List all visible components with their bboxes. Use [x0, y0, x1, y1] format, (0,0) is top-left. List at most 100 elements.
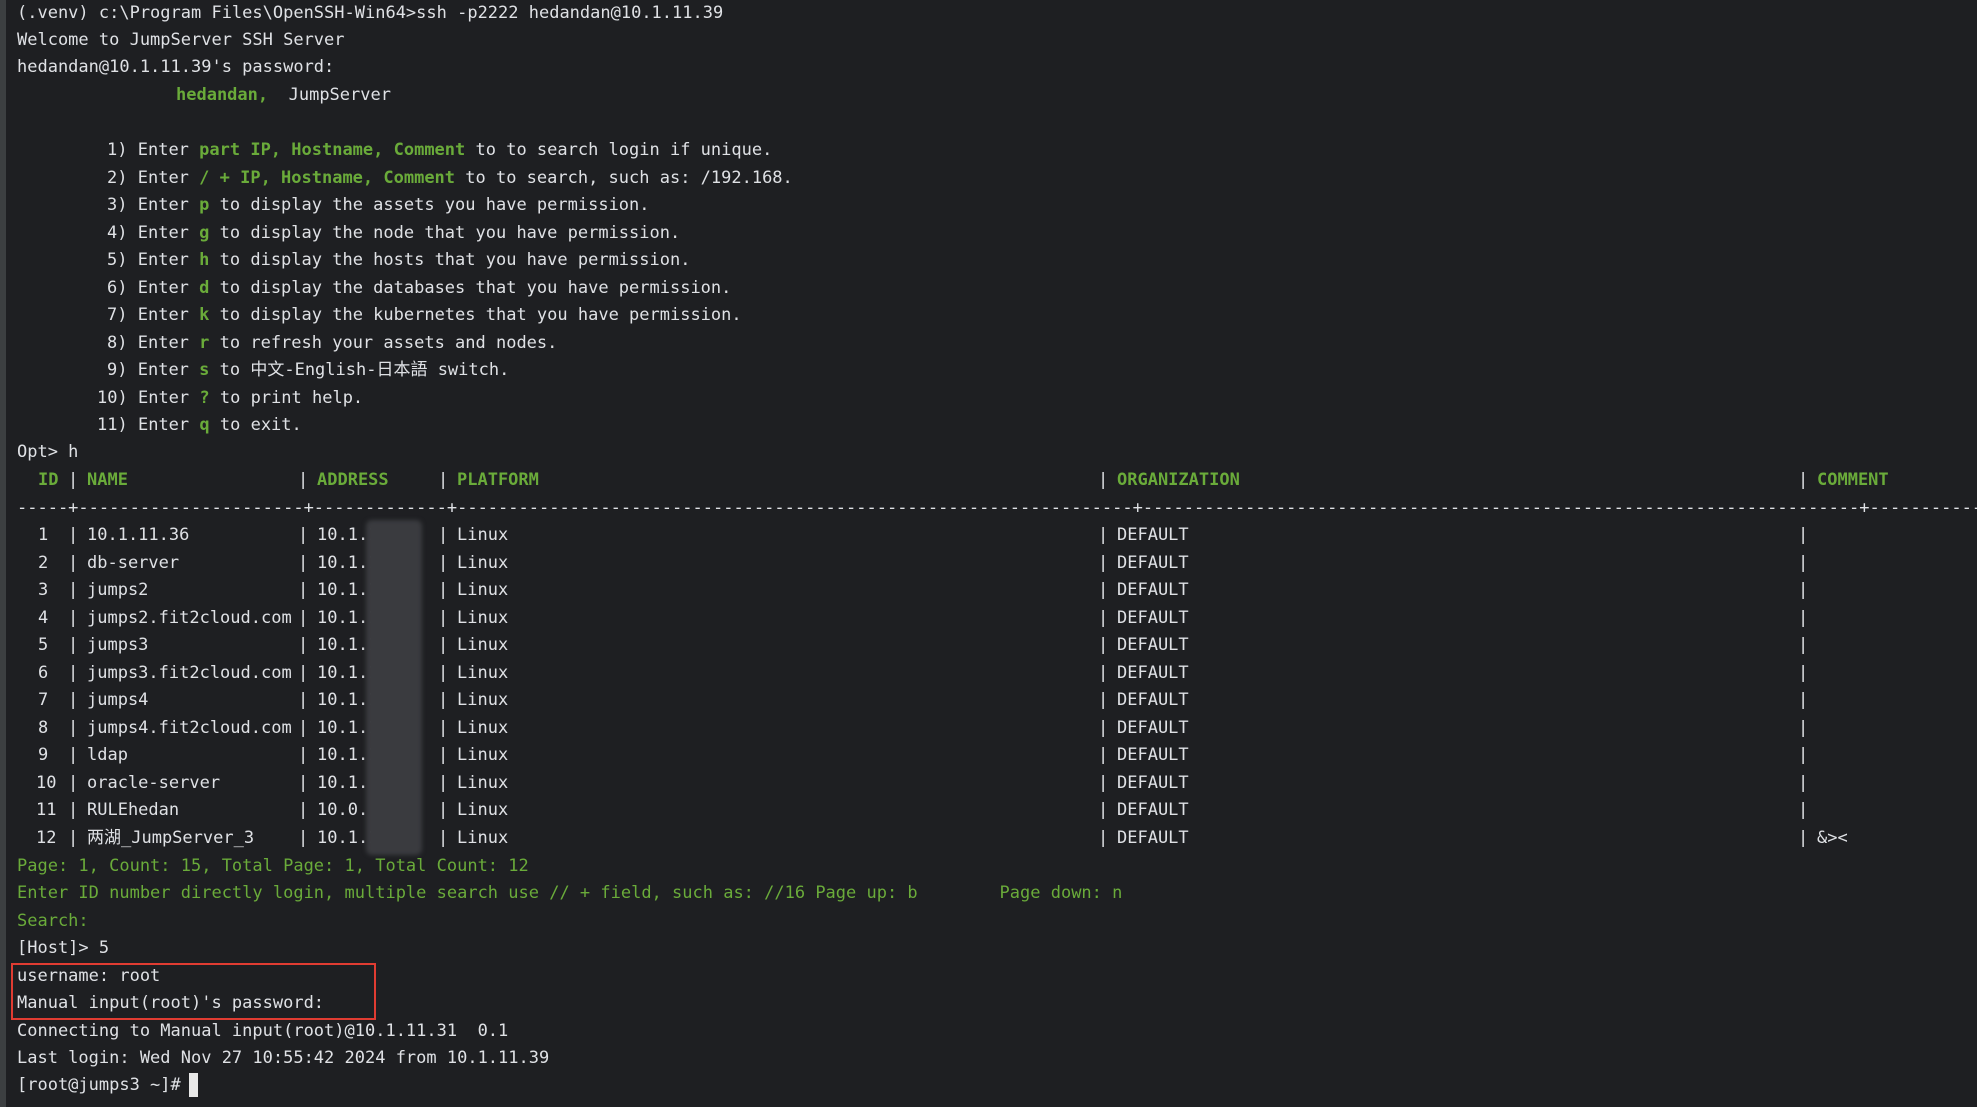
text-cursor[interactable]	[188, 1073, 198, 1097]
table-row[interactable]: 2 db-server 10.1.11 Linux DEFAULT | | | | |	[6, 550, 1977, 577]
menu-item-number: 3)	[107, 195, 128, 215]
cell-platform: Linux	[457, 552, 509, 573]
menu-item-text: to print help.	[209, 387, 364, 408]
cell-name: jumps3	[87, 635, 149, 655]
header-comment: COMMENT	[1817, 470, 1889, 490]
menu-item: 6) Enter d to display the databases that…	[107, 275, 731, 302]
ssh-command-line: (.venv) c:\Program Files\OpenSSH-Win64>s…	[17, 3, 724, 23]
menu-item: 5) Enter h to display the hosts that you…	[107, 247, 690, 274]
table-row[interactable]: 3 jumps2 10.1.11 Linux DEFAULT | | | | |	[6, 577, 1977, 604]
table-header: ID | NAME | ADDRESS | PLATFORM | ORGANIZ…	[6, 467, 1977, 494]
table-row[interactable]: 1 10.1.11.36 10.1.11 Linux DEFAULT | | | | |	[6, 522, 1977, 549]
menu-item: 7) Enter k to display the kubernetes tha…	[107, 302, 742, 329]
cell-organization: DEFAULT	[1117, 662, 1189, 683]
table-row[interactable]: 9 ldap 10.1.1 Linux DEFAULT | | | | |	[6, 742, 1977, 769]
cell-platform: Linux	[457, 607, 509, 628]
column-separator: |	[298, 662, 309, 683]
column-separator: |	[298, 800, 309, 820]
welcome-line: Welcome to JumpServer SSH Server	[17, 30, 345, 50]
header-address: ADDRESS	[317, 470, 389, 490]
header-platform: PLATFORM	[457, 470, 539, 490]
menu-item-prefix: Enter	[137, 195, 200, 215]
menu-item-prefix: Enter	[137, 250, 200, 270]
menu-item-text: to display the assets you have permissio…	[209, 195, 650, 215]
column-separator: |	[1798, 690, 1809, 710]
cell-id: 8	[38, 717, 49, 738]
column-separator: |	[438, 662, 449, 683]
cell-name: 10.1.11.36	[87, 525, 190, 545]
menu-item-key: s	[199, 360, 210, 380]
column-separator: |	[1098, 525, 1109, 545]
header-organization: ORGANIZATION	[1117, 470, 1240, 490]
table-row[interactable]: 10 oracle-server 10.1. Linux DEFAULT | | | | |	[6, 770, 1977, 797]
menu-item-key: ?	[199, 387, 210, 408]
menu-item: 9) Enter s to 中文-English-日本語 switch.	[107, 357, 509, 384]
column-separator: |	[1098, 717, 1109, 738]
menu-item: 1) Enter part IP, Hostname, Comment to t…	[107, 137, 772, 164]
menu-item-number: 1)	[107, 140, 128, 160]
cell-platform: Linux	[457, 745, 509, 765]
table-row[interactable]: 11 RULEhedan 10.0. Linux DEFAULT | | | | |	[6, 797, 1977, 824]
table-row[interactable]: 7 jumps4 10.1.1 Linux DEFAULT | | | | |	[6, 687, 1977, 714]
cell-organization: DEFAULT	[1117, 525, 1189, 545]
menu-item-number: 4)	[107, 222, 128, 243]
menu-item-text: to refresh your assets and nodes.	[209, 332, 558, 353]
opt-prompt-line: Opt> h	[17, 442, 79, 462]
table-row[interactable]: 12 两湖_JumpServer_3 10.1.1 Linux DEFAULT &>< | |…	[6, 825, 1977, 852]
column-separator: |	[298, 552, 309, 573]
menu-item: 2) Enter / + IP, Hostname, Comment to to…	[107, 165, 793, 192]
table-separator: -----+----------------------+-----------…	[17, 498, 1977, 518]
menu-item-number: 9)	[107, 360, 128, 380]
cell-name: oracle-server	[87, 772, 221, 793]
column-separator: |	[1798, 607, 1809, 628]
column-separator: |	[298, 635, 309, 655]
column-separator: |	[298, 827, 309, 848]
cell-organization: DEFAULT	[1117, 772, 1189, 793]
cell-name: ldap	[87, 745, 128, 765]
cell-id: 10	[36, 772, 57, 793]
cell-id: 5	[38, 635, 49, 655]
cell-name: RULEhedan	[87, 800, 180, 820]
password-prompt-line: hedandan@10.1.11.39's password:	[17, 57, 335, 77]
menu-item-prefix: Enter	[137, 360, 200, 380]
cell-name: jumps4.fit2cloud.com	[87, 717, 292, 738]
column-separator: |	[68, 662, 79, 683]
cell-organization: DEFAULT	[1117, 580, 1189, 600]
menu-item-prefix: Enter	[137, 167, 200, 188]
table-row[interactable]: 8 jumps4.fit2cloud.com 10.1.1 Linux DEFAULT |…	[6, 715, 1977, 742]
column-separator: |	[1798, 800, 1809, 820]
cell-name: db-server	[87, 552, 180, 573]
column-separator: |	[1798, 717, 1809, 738]
column-separator: |	[1798, 552, 1809, 573]
menu-item-text: to display the kubernetes that you have …	[209, 305, 742, 325]
column-separator: |	[68, 607, 79, 628]
cell-organization: DEFAULT	[1117, 690, 1189, 710]
cell-organization: DEFAULT	[1117, 607, 1189, 628]
table-row[interactable]: 6 jumps3.fit2cloud.com 10.1.11 Linux DEFAULT…	[6, 660, 1977, 687]
column-separator: |	[68, 690, 79, 710]
cell-id: 2	[38, 552, 49, 573]
column-separator: |	[438, 525, 449, 545]
column-separator: |	[68, 745, 79, 765]
menu-item-prefix: Enter	[137, 277, 200, 298]
cell-platform: Linux	[457, 827, 509, 848]
menu-item: 11) Enter q to exit.	[97, 412, 302, 439]
column-separator: |	[1098, 552, 1109, 573]
cell-organization: DEFAULT	[1117, 800, 1189, 820]
menu-item-key: / + IP, Hostname, Comment	[199, 167, 456, 188]
column-separator: |	[1098, 635, 1109, 655]
cell-comment: &><	[1817, 827, 1848, 848]
column-separator: |	[1098, 827, 1109, 848]
shell-prompt-line[interactable]: [root@jumps3 ~]#	[17, 1072, 198, 1099]
cell-id: 1	[38, 525, 49, 545]
column-separator: |	[1098, 690, 1109, 710]
header-sep: |	[298, 470, 309, 490]
cell-name: jumps3.fit2cloud.com	[87, 662, 292, 683]
search-label: Search:	[17, 911, 89, 931]
terminal-window[interactable]: (.venv) c:\Program Files\OpenSSH-Win64>s…	[0, 0, 1977, 1107]
table-row[interactable]: 5 jumps3 10.1.11 Linux DEFAULT | | | | |	[6, 632, 1977, 659]
cell-id: 3	[38, 580, 49, 600]
cell-organization: DEFAULT	[1117, 717, 1189, 738]
cell-platform: Linux	[457, 690, 509, 710]
table-row[interactable]: 4 jumps2.fit2cloud.com 10.1.11 Linux DEFAULT…	[6, 605, 1977, 632]
